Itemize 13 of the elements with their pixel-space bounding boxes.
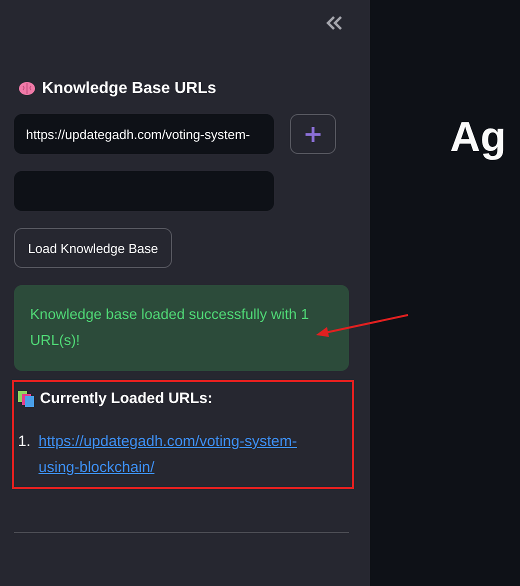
section-heading: Knowledge Base URLs (42, 80, 216, 98)
success-alert: Knowledge base loaded successfully with 1 URL(s)! (14, 285, 349, 371)
url-input[interactable]: https://updategadh.com/voting-system- (14, 114, 274, 154)
brain-icon (18, 81, 36, 97)
load-button[interactable]: Load Knowledge Base (14, 228, 172, 268)
url-input[interactable] (14, 171, 274, 211)
collapse-icon[interactable] (325, 16, 343, 30)
add-url-button[interactable]: + (290, 114, 336, 154)
list-number: 1. (18, 432, 31, 452)
books-icon (18, 390, 35, 406)
loaded-heading: Currently Loaded URLs: (40, 390, 213, 407)
url-link[interactable]: https://updategadh.com/voting-system-using-blockchain/ (38, 429, 314, 481)
page-title: Ag (450, 113, 507, 161)
